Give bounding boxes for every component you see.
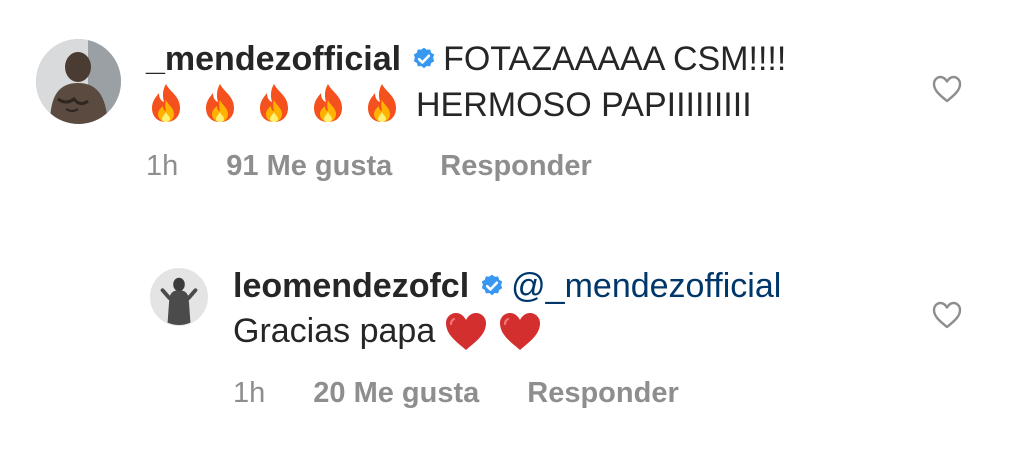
fire-emoji-icon	[200, 82, 240, 124]
commenter-avatar[interactable]	[36, 39, 121, 124]
comment-2-username[interactable]: leomendezofcl	[233, 267, 469, 305]
comment-1-text-line-2: HERMOSO PAPIIIIIIIII	[416, 86, 752, 124]
comment-2-reply-button[interactable]: Responder	[527, 375, 678, 411]
comment-2-meta: 1h 20 Me gusta Responder	[233, 375, 679, 411]
fire-emoji-icon	[146, 82, 186, 124]
fire-emoji-icon	[362, 82, 402, 124]
verified-badge-icon	[479, 273, 505, 299]
comment-2-likes[interactable]: 20 Me gusta	[313, 375, 479, 411]
comment-1-meta: 1h 91 Me gusta Responder	[146, 148, 592, 184]
comment-1-username[interactable]: _mendezofficial	[146, 40, 401, 78]
red-heart-emoji-icon	[443, 310, 489, 352]
comment-2-line-2: Gracias papa	[233, 309, 543, 353]
like-comment-2-heart-outline-icon[interactable]	[931, 300, 963, 330]
comment-2-text: Gracias papa	[233, 312, 436, 350]
red-heart-emoji-icon	[497, 310, 543, 352]
comment-2-line-1: leomendezofcl @_mendezofficial	[233, 264, 781, 308]
fire-emoji-icon	[308, 82, 348, 124]
comment-1-line-1: _mendezofficial FOTAZAAAAA CSM!!!!	[146, 37, 786, 81]
comment-1-likes[interactable]: 91 Me gusta	[226, 148, 392, 184]
comment-1-time[interactable]: 1h	[146, 148, 178, 184]
replier-avatar[interactable]	[150, 268, 208, 326]
verified-badge-icon	[411, 46, 437, 72]
fire-emoji-icon	[254, 82, 294, 124]
comment-1-reply-button[interactable]: Responder	[440, 148, 591, 184]
comment-2-mention-link[interactable]: @_mendezofficial	[511, 267, 781, 305]
comment-1-text-line-1: FOTAZAAAAA CSM!!!!	[443, 40, 787, 78]
like-comment-1-heart-outline-icon[interactable]	[931, 74, 963, 104]
comment-2-time[interactable]: 1h	[233, 375, 265, 411]
comment-1-line-2: HERMOSO PAPIIIIIIIII	[146, 82, 752, 127]
